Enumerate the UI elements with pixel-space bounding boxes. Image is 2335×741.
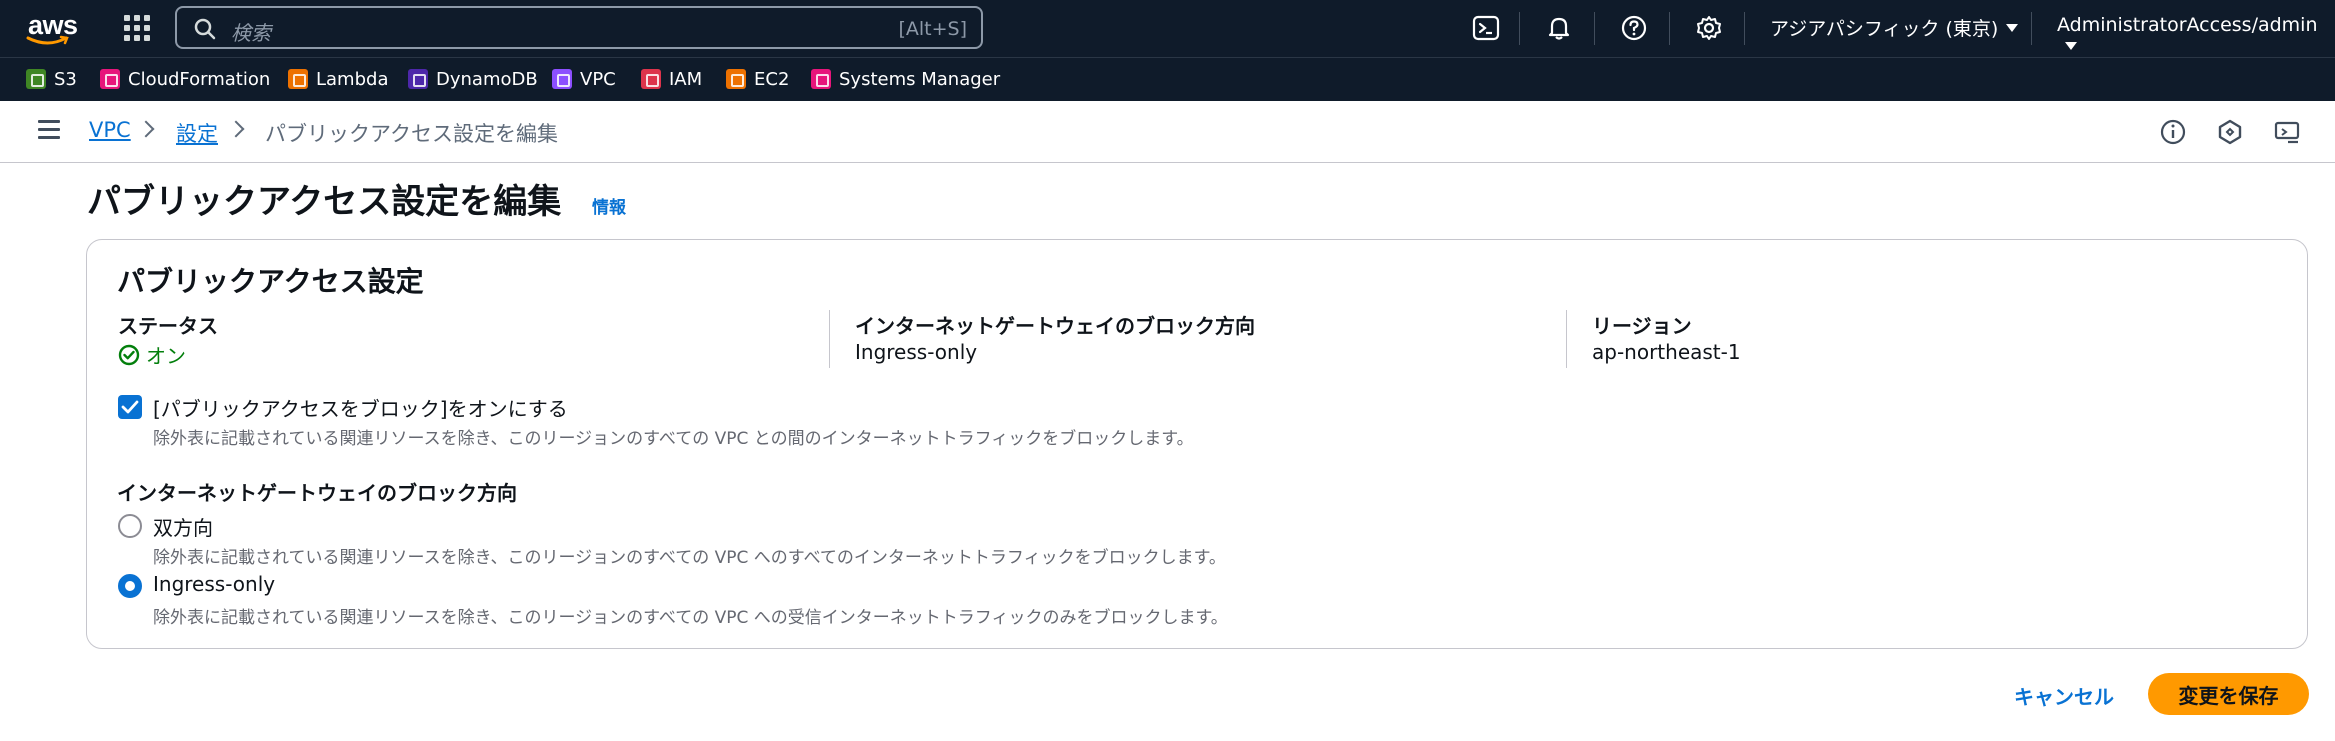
region-selector[interactable]: アジアパシフィック (東京)	[1770, 14, 2019, 41]
breadcrumb-current: パブリックアクセス設定を編集	[265, 122, 558, 146]
direction-section-label: インターネットゲートウェイのブロック方向	[117, 481, 517, 505]
region-label: リージョン	[1592, 314, 1692, 338]
ec2-icon	[726, 69, 746, 89]
nav-divider	[1744, 12, 1745, 45]
systems-manager-icon	[811, 69, 831, 89]
direction-label: インターネットゲートウェイのブロック方向	[855, 314, 1255, 338]
aws-smile-icon	[26, 35, 69, 45]
nav-divider	[2031, 12, 2032, 45]
search-placeholder: 検索	[231, 21, 271, 45]
region-value: ap-northeast-1	[1592, 340, 1741, 364]
nav-divider	[1669, 12, 1670, 45]
favorite-s3[interactable]: S3	[26, 68, 77, 90]
settings-icon[interactable]	[1694, 13, 1724, 43]
status-success-icon	[118, 344, 140, 365]
radio-ingress-only-description: 除外表に記載されている関連リソースを除き、このリージョンのすべての VPC への…	[153, 608, 1228, 628]
favorite-vpc[interactable]: VPC	[552, 68, 616, 90]
block-public-access-description: 除外表に記載されている関連リソースを除き、このリージョンのすべての VPC との…	[153, 429, 1194, 449]
nav-divider	[1519, 12, 1520, 45]
block-public-access-label[interactable]: [パブリックアクセスをブロック]をオンにする	[153, 393, 568, 422]
column-divider	[1566, 310, 1567, 368]
search-shortcut: [Alt+S]	[898, 18, 967, 40]
block-public-access-checkbox[interactable]	[118, 395, 142, 419]
feedback-icon[interactable]	[2272, 117, 2302, 147]
favorites-bar: S3 CloudFormation Lambda DynamoDB VPC IA…	[0, 57, 2335, 101]
radio-bidirectional-label[interactable]: 双方向	[153, 512, 213, 541]
vpc-icon	[552, 69, 572, 89]
breadcrumb-vpc[interactable]: VPC	[89, 118, 131, 142]
apps-grid-icon[interactable]	[124, 15, 150, 41]
chevron-down-icon	[2006, 24, 2019, 32]
iam-icon	[641, 69, 661, 89]
nav-divider	[1594, 12, 1595, 45]
panel-title: パブリックアクセス設定	[117, 265, 424, 298]
cloudformation-icon	[100, 69, 120, 89]
favorite-ec2[interactable]: EC2	[726, 68, 789, 90]
page-title: パブリックアクセス設定を編集	[87, 182, 562, 222]
radio-bidirectional-description: 除外表に記載されている関連リソースを除き、このリージョンのすべての VPC への…	[153, 548, 1226, 568]
lambda-icon	[288, 69, 308, 89]
favorite-lambda[interactable]: Lambda	[288, 68, 388, 90]
aws-logo[interactable]: aws	[26, 8, 78, 48]
favorite-iam[interactable]: IAM	[641, 68, 702, 90]
chevron-down-icon	[2065, 42, 2077, 50]
column-divider	[829, 310, 830, 368]
dynamodb-icon	[408, 69, 428, 89]
chevron-right-icon	[227, 120, 245, 138]
favorite-systems-manager[interactable]: Systems Manager	[811, 68, 1000, 90]
radio-ingress-only[interactable]	[118, 574, 142, 598]
notifications-icon[interactable]	[1544, 13, 1574, 43]
breadcrumb-bar: VPC 設定 パブリックアクセス設定を編集	[0, 101, 2335, 163]
info-icon[interactable]	[2158, 117, 2188, 147]
status-value: オン	[118, 340, 186, 369]
chevron-right-icon	[137, 120, 155, 138]
radio-ingress-only-label[interactable]: Ingress-only	[153, 572, 275, 596]
account-menu[interactable]: AdministratorAccess/admin	[2057, 14, 2335, 58]
status-label: ステータス	[118, 314, 218, 338]
top-navigation: aws 検索 [Alt+S] アジアパシフィック (東京) Administra…	[0, 0, 2335, 57]
breadcrumb-settings[interactable]: 設定	[176, 118, 218, 148]
menu-icon[interactable]	[38, 120, 60, 139]
save-changes-button[interactable]: 変更を保存	[2148, 673, 2309, 715]
direction-value: Ingress-only	[855, 340, 978, 364]
help-icon[interactable]	[1619, 13, 1649, 43]
checkmark-icon	[121, 400, 139, 414]
public-access-settings-panel: パブリックアクセス設定 ステータス オン インターネットゲートウェイのブロック方…	[86, 239, 2308, 649]
search-bar[interactable]: 検索 [Alt+S]	[175, 6, 983, 49]
cloudshell-icon[interactable]	[1471, 13, 1501, 43]
favorite-dynamodb[interactable]: DynamoDB	[408, 68, 538, 90]
cancel-button[interactable]: キャンセル	[2002, 677, 2126, 714]
search-icon	[194, 18, 216, 40]
favorite-cloudformation[interactable]: CloudFormation	[100, 68, 270, 90]
s3-icon	[26, 69, 46, 89]
info-link[interactable]: 情報	[592, 193, 626, 218]
radio-bidirectional[interactable]	[118, 514, 142, 538]
q-assistant-icon[interactable]	[2215, 117, 2245, 147]
